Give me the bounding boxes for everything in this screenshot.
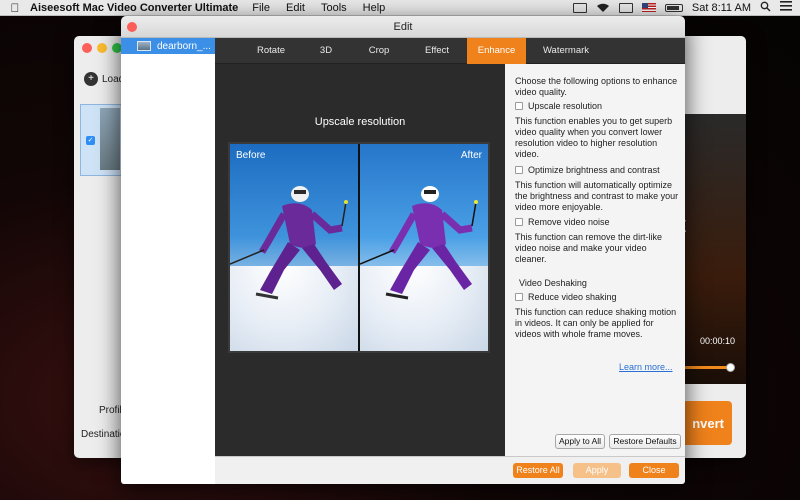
- minimize-window-button[interactable]: [97, 43, 107, 53]
- video-thumbnail: [100, 108, 120, 170]
- app-name-menu[interactable]: Aiseesoft Mac Video Converter Ultimate: [30, 2, 238, 14]
- upscale-label[interactable]: Upscale resolution: [528, 101, 602, 111]
- status-area: Sat 8:11 AM: [572, 1, 800, 15]
- upscale-option[interactable]: Upscale resolution: [515, 101, 602, 111]
- edit-file-list: dearborn_...: [121, 38, 215, 484]
- noise-checkbox[interactable]: [515, 218, 523, 226]
- convert-label: nvert: [692, 415, 724, 431]
- deshake-heading: Video Deshaking: [519, 278, 587, 288]
- tab-watermark[interactable]: Watermark: [526, 38, 606, 64]
- deshake-description: This function can reduce shaking motion …: [515, 307, 677, 339]
- screen-mirror-icon[interactable]: [572, 2, 587, 13]
- apply-button[interactable]: Apply: [573, 463, 621, 478]
- preview-time: 00:00:10: [700, 336, 736, 346]
- notification-center-icon[interactable]: [780, 1, 792, 14]
- edit-titlebar: Edit: [121, 16, 685, 38]
- load-plus-icon: +: [84, 72, 98, 86]
- display-icon[interactable]: [618, 2, 633, 13]
- close-button[interactable]: Close: [629, 463, 679, 478]
- file-name: dearborn_...: [157, 40, 211, 52]
- enhance-intro-text: Choose the following options to enhance …: [515, 76, 678, 97]
- dialog-title: Edit: [393, 21, 413, 33]
- noise-label[interactable]: Remove video noise: [528, 217, 610, 227]
- brightness-checkbox[interactable]: [515, 166, 523, 174]
- noise-description: This function can remove the dirt-like v…: [515, 232, 663, 264]
- load-file-button[interactable]: + Load: [84, 72, 124, 86]
- after-image: After: [360, 144, 488, 351]
- edit-dialog-footer: Restore All Apply Close: [215, 456, 685, 484]
- enhance-options-panel: Choose the following options to enhance …: [505, 64, 685, 456]
- tab-3d[interactable]: 3D: [301, 38, 351, 64]
- deshake-option[interactable]: Reduce video shaking: [515, 292, 617, 302]
- skier-image-enhanced: [360, 186, 478, 300]
- tab-crop[interactable]: Crop: [351, 38, 407, 64]
- us-flag-input-icon[interactable]: [641, 3, 656, 12]
- noise-option[interactable]: Remove video noise: [515, 217, 610, 227]
- file-thumbnail: [137, 41, 151, 51]
- file-list-item[interactable]: dearborn_...: [121, 38, 215, 54]
- clock[interactable]: Sat 8:11 AM: [692, 2, 751, 14]
- close-dialog-button[interactable]: [127, 22, 137, 32]
- skier-image: [230, 186, 348, 300]
- edit-dialog: Edit dearborn_... Rotate 3D Crop Effect …: [121, 16, 685, 484]
- menu-file[interactable]: File: [252, 2, 270, 14]
- edit-tabs: Rotate 3D Crop Effect Enhance Watermark: [215, 37, 685, 64]
- close-window-button[interactable]: [82, 43, 92, 53]
- brightness-description: This function will automatically optimiz…: [515, 180, 679, 212]
- menu-tools[interactable]: Tools: [321, 2, 347, 14]
- stage-title: Upscale resolution: [314, 116, 406, 128]
- tab-enhance[interactable]: Enhance: [467, 37, 526, 64]
- brightness-label[interactable]: Optimize brightness and contrast: [528, 165, 660, 175]
- deshake-label[interactable]: Reduce video shaking: [528, 292, 617, 302]
- deshake-checkbox[interactable]: [515, 293, 523, 301]
- tab-effect[interactable]: Effect: [407, 38, 467, 64]
- before-image: Before: [230, 144, 358, 351]
- search-icon[interactable]: [760, 1, 771, 15]
- apple-menu-icon[interactable]: : [0, 1, 30, 15]
- enhance-preview-stage: Upscale resolution Before After: [215, 64, 505, 456]
- tab-rotate[interactable]: Rotate: [241, 38, 301, 64]
- before-after-comparison: Before After: [228, 142, 490, 353]
- volume-slider-knob[interactable]: [726, 363, 735, 372]
- apply-to-all-button[interactable]: Apply to All: [555, 434, 605, 449]
- menu-edit[interactable]: Edit: [286, 2, 305, 14]
- before-label: Before: [236, 150, 266, 161]
- upscale-description: This function enables you to get superb …: [515, 116, 673, 159]
- after-label: After: [460, 150, 482, 161]
- upscale-checkbox[interactable]: [515, 102, 523, 110]
- menu-help[interactable]: Help: [363, 2, 386, 14]
- video-select-checkbox[interactable]: ✓: [86, 136, 95, 145]
- main-window-controls: [82, 43, 122, 53]
- wifi-icon[interactable]: [596, 3, 610, 13]
- menu-bar:  Aiseesoft Mac Video Converter Ultimate…: [0, 0, 800, 16]
- battery-icon[interactable]: [664, 3, 683, 12]
- restore-defaults-button[interactable]: Restore Defaults: [609, 434, 681, 449]
- learn-more-link[interactable]: Learn more...: [619, 362, 673, 372]
- brightness-option[interactable]: Optimize brightness and contrast: [515, 165, 660, 175]
- restore-all-button[interactable]: Restore All: [513, 463, 563, 478]
